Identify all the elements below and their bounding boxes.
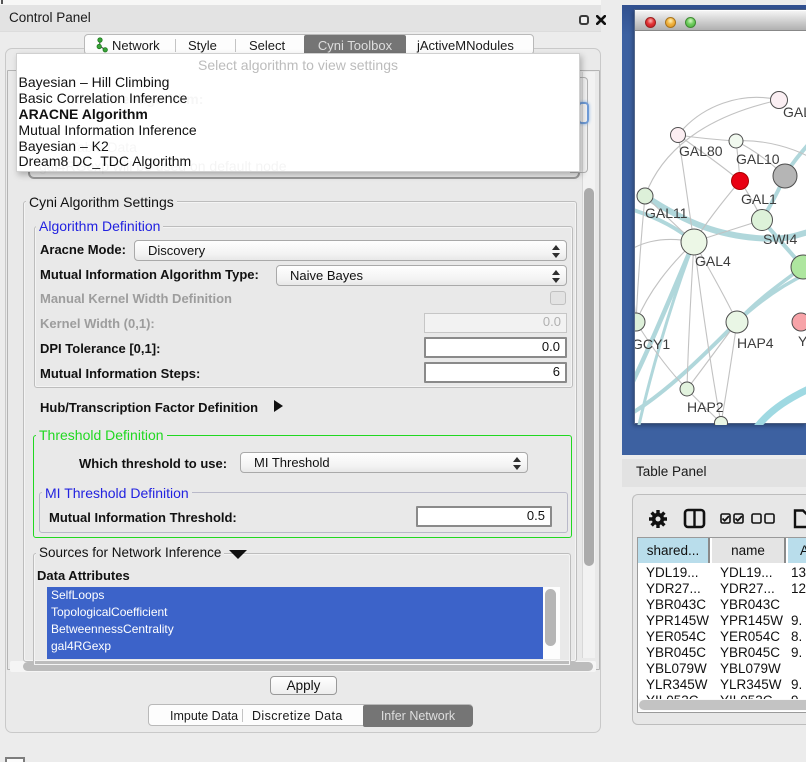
svg-text:GAL80: GAL80	[679, 143, 723, 159]
svg-text:GAL4: GAL4	[695, 253, 731, 269]
svg-text:HAP2: HAP2	[687, 399, 724, 415]
svg-text:HAP4: HAP4	[737, 335, 774, 351]
svg-text:Y: Y	[798, 333, 806, 349]
svg-text:GAL10: GAL10	[736, 151, 780, 167]
svg-text:GAL1: GAL1	[741, 191, 777, 207]
svg-text:SWI4: SWI4	[763, 231, 797, 247]
svg-text:GAL11: GAL11	[645, 205, 688, 221]
svg-text:GCY1: GCY1	[635, 336, 670, 352]
svg-text:GAL7: GAL7	[783, 104, 806, 120]
